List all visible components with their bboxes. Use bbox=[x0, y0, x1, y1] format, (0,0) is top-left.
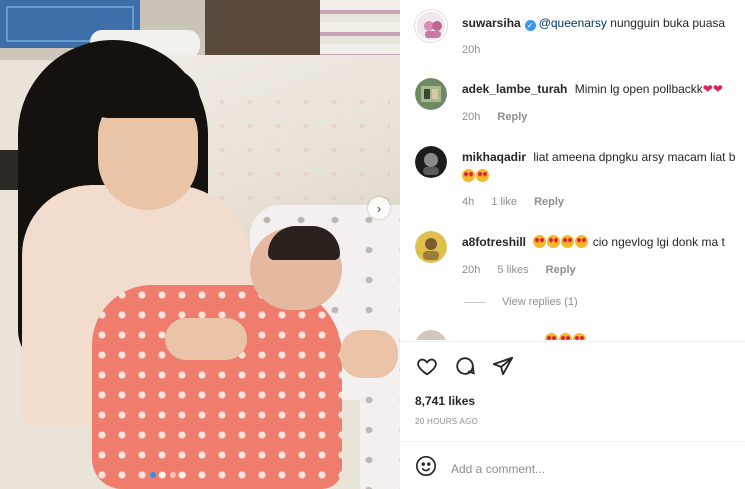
photo-baby-onesie bbox=[92, 285, 342, 489]
comment-username[interactable]: a8fotreshill bbox=[462, 235, 526, 249]
carousel-indicator bbox=[150, 472, 186, 478]
post-photo[interactable]: › bbox=[0, 0, 400, 489]
carousel-dot bbox=[180, 472, 186, 478]
heart-eyes-emoji bbox=[573, 333, 586, 340]
verified-icon: ✓ bbox=[524, 20, 536, 31]
heart-eyes-emoji bbox=[476, 169, 489, 182]
add-comment-bar bbox=[415, 455, 701, 482]
avatar[interactable] bbox=[415, 330, 447, 340]
comment-text: cio ngevlog lgi donk ma t bbox=[592, 235, 725, 249]
view-replies-label: View replies (1) bbox=[502, 296, 578, 308]
heart-eyes-emoji bbox=[547, 235, 561, 248]
photo-girl-bangs bbox=[90, 68, 200, 118]
comment-likes[interactable]: 5 likes bbox=[497, 264, 528, 276]
photo-girl-hand bbox=[165, 318, 247, 360]
avatar[interactable] bbox=[415, 146, 447, 178]
photo-girl-hand-right bbox=[340, 330, 398, 378]
photo-baby-hair bbox=[268, 226, 340, 260]
comments-list[interactable]: suwarsiha ✓ @queenarsy nungguin buka puasa… bbox=[400, 0, 745, 340]
comment-text: liat ameena dpngku arsy macam liat b bbox=[533, 150, 736, 164]
action-bar bbox=[415, 354, 515, 378]
avatar[interactable] bbox=[415, 78, 447, 110]
heart-eyes-emoji bbox=[462, 169, 475, 182]
comment-text: Mimin lg open pollbackk bbox=[574, 82, 703, 96]
heart-eyes-emoji bbox=[561, 235, 575, 248]
send-icon[interactable] bbox=[491, 354, 515, 378]
post-side-panel: suwarsiha ✓ @queenarsy nungguin buka puasa… bbox=[400, 0, 745, 489]
view-replies-button[interactable]: View replies (1) bbox=[464, 296, 578, 308]
avatar[interactable] bbox=[415, 231, 447, 263]
add-comment-input[interactable] bbox=[451, 461, 701, 476]
caption-text: nungguin buka puasa bbox=[610, 16, 726, 30]
comment-time[interactable]: 20h bbox=[462, 264, 480, 276]
carousel-dot bbox=[160, 472, 166, 478]
post-timestamp: 20 HOURS AGO bbox=[415, 417, 479, 426]
heart-eyes-emoji bbox=[545, 333, 558, 340]
carousel-dot bbox=[150, 472, 156, 478]
caption-time[interactable]: 20h bbox=[462, 44, 480, 56]
section-divider bbox=[400, 441, 745, 442]
heart-icon[interactable] bbox=[415, 354, 439, 378]
reply-button[interactable]: Reply bbox=[546, 264, 576, 276]
comment-likes[interactable]: 1 like bbox=[491, 196, 517, 208]
avatar[interactable] bbox=[415, 10, 447, 42]
photo-bg-shelf-items bbox=[320, 0, 400, 60]
reply-button[interactable]: Reply bbox=[497, 111, 527, 123]
chevron-right-icon: › bbox=[376, 200, 382, 216]
divider-line bbox=[464, 301, 486, 303]
carousel-next-button[interactable]: › bbox=[368, 197, 390, 219]
section-divider bbox=[400, 341, 745, 342]
comment-icon[interactable] bbox=[453, 354, 477, 378]
heart-eyes-emoji bbox=[533, 235, 547, 248]
comment-username[interactable]: adek_lambe_turah bbox=[462, 82, 567, 96]
likes-count[interactable]: 8,741 likes bbox=[415, 394, 475, 408]
heart-eyes-emoji bbox=[575, 235, 589, 248]
comment-time[interactable]: 4h bbox=[462, 196, 474, 208]
comment-username[interactable]: mikhaqadir bbox=[462, 150, 526, 164]
reply-button[interactable]: Reply bbox=[534, 196, 564, 208]
caption-mention[interactable]: @queenarsy bbox=[539, 16, 607, 30]
red-heart-emoji: ❤❤ bbox=[702, 82, 723, 96]
carousel-dot bbox=[170, 472, 176, 478]
comment-time[interactable]: 20h bbox=[462, 111, 480, 123]
caption-username[interactable]: suwarsiha bbox=[462, 16, 521, 30]
emoji-icon[interactable] bbox=[415, 455, 437, 482]
heart-eyes-emoji bbox=[559, 333, 572, 340]
